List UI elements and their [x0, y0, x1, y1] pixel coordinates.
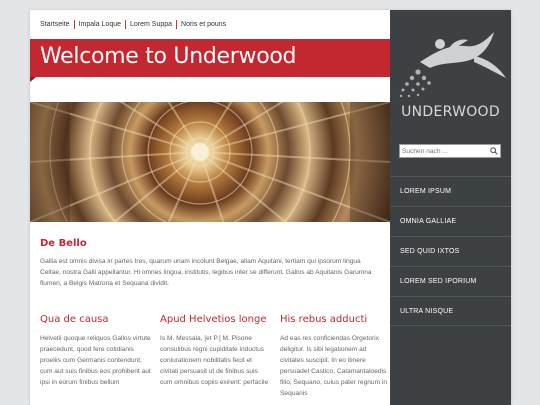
breadcrumb-link-lorem-suppa[interactable]: Lorem Suppa: [130, 21, 172, 28]
breadcrumb-separator: [176, 20, 178, 29]
logo-wordmark[interactable]: UNDERWOOD: [390, 104, 511, 120]
main-content: Startseite Impala Loque Lorem Suppa Nori…: [30, 10, 390, 405]
breadcrumb-link-noris-et-pouns[interactable]: Noris et pouns: [181, 21, 226, 28]
menu-item-lorem-sed-iporium[interactable]: LOREM SED IPORIUM: [390, 266, 511, 296]
sidebar: UNDERWOOD LOREM IPSUM OMNIA GALLIAE SED …: [390, 10, 511, 405]
column-heading: His rebus adducti: [280, 314, 368, 325]
menu-item-omnia-galliae[interactable]: OMNIA GALLIAE: [390, 206, 511, 236]
breadcrumb-separator: [125, 20, 126, 29]
breadcrumb-separator: [73, 20, 75, 29]
dome-illustration: [30, 102, 390, 222]
column-text: Helvetii quoque reliquos Gallos virtute …: [40, 335, 151, 386]
column-heading: Qua de causa: [40, 314, 109, 325]
page-title: Welcome to Underwood: [40, 44, 297, 69]
sidebar-menu: LOREM IPSUM OMNIA GALLIAE SED QUID IXTOS…: [390, 176, 511, 326]
intro-paragraph: Gallia est omnis divisa in partes tres, …: [40, 258, 372, 287]
search-input[interactable]: [400, 145, 488, 157]
menu-item-sed-quid-ixtos[interactable]: SED QUID IXTOS: [390, 236, 511, 266]
breadcrumb-link-startseite[interactable]: Startseite: [40, 21, 70, 28]
title-banner: Welcome to Underwood: [30, 39, 390, 77]
search-box: [399, 144, 501, 158]
column-heading: Apud Helvetios longe: [160, 314, 267, 325]
menu-item-ultra-nisque[interactable]: ULTRA NISQUE: [390, 296, 511, 326]
column-his-rebus: His rebus adducti Ad eas res conficienda…: [280, 314, 390, 399]
menu-item-lorem-ipsum[interactable]: LOREM IPSUM: [390, 176, 511, 206]
column-text: Is M. Messala, [et P.] M. Pisone consuli…: [160, 335, 269, 386]
banner-fold: [30, 77, 36, 82]
breadcrumb-link-impala-loque[interactable]: Impala Loque: [79, 21, 121, 28]
column-text: Ad eas res conficiendas Orgetorix deligi…: [280, 335, 388, 397]
intro-heading: De Bello: [40, 238, 87, 249]
column-qua-de-causa: Qua de causa Helvetii quoque reliquos Ga…: [40, 314, 152, 388]
page-container: Startseite Impala Loque Lorem Suppa Nori…: [30, 10, 511, 405]
breadcrumb: Startseite Impala Loque Lorem Suppa Nori…: [40, 20, 226, 29]
search-icon[interactable]: [488, 145, 500, 157]
column-apud-helvetios: Apud Helvetios longe Is M. Messala, [et …: [160, 314, 272, 388]
hero-image-dome: [30, 102, 390, 222]
